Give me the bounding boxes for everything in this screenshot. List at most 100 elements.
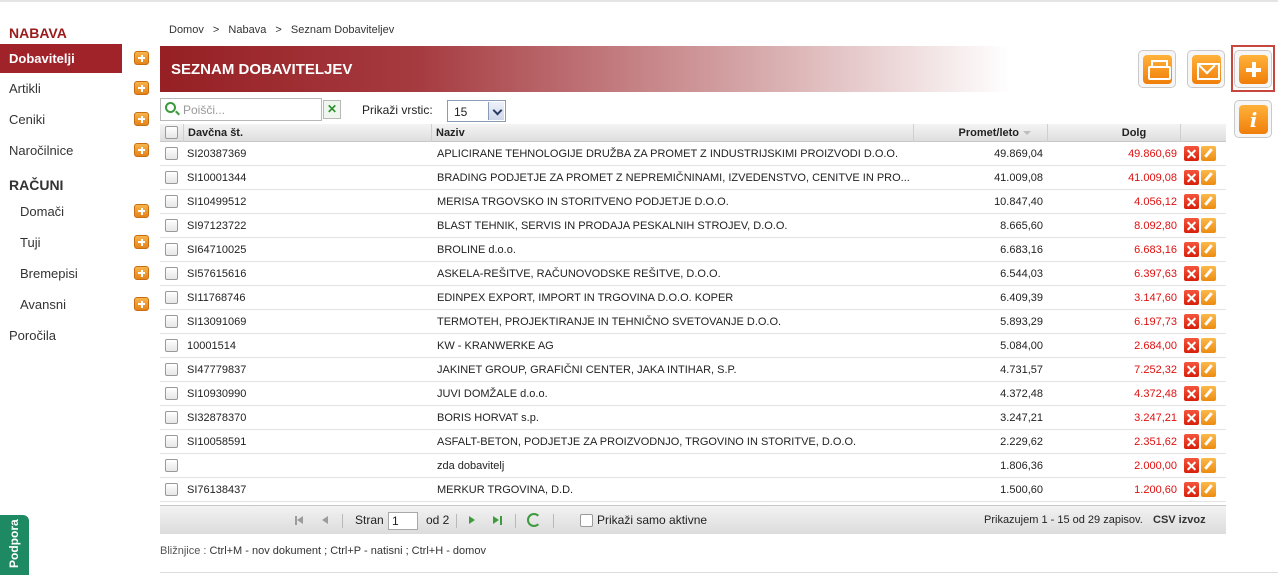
sidebar-item-porocila[interactable]: Poročila [0,320,152,351]
breadcrumb-item-domov[interactable]: Domov [169,24,204,36]
edit-icon[interactable] [1201,266,1216,281]
edit-icon[interactable] [1201,290,1216,305]
next-page-icon[interactable] [467,506,479,535]
info-button[interactable]: i [1234,100,1272,138]
delete-icon[interactable] [1184,242,1199,257]
delete-icon[interactable] [1184,170,1199,185]
chevron-down-icon[interactable] [488,102,504,120]
sidebar-item-dobavitelji[interactable]: Dobavitelji [0,44,149,73]
edit-icon[interactable] [1201,482,1216,497]
edit-icon[interactable] [1201,410,1216,425]
edit-icon[interactable] [1201,434,1216,449]
supplier-name-cell[interactable]: KW - KRANWERKE AG [432,334,914,358]
table-row[interactable]: SI13091069 TERMOTEH, PROJEKTIRANJE IN TEH… [160,310,1226,334]
table-row[interactable]: SI10001344 BRADING PODJETJE ZA PROMET Z N… [160,166,1226,190]
table-row[interactable]: SI47779837 JAKINET GROUP, GRAFIČNI CENTER… [160,358,1226,382]
table-row[interactable]: SI64710025 BROLINE d.o.o. 6.683,16 6.683,16 [160,238,1226,262]
table-row[interactable]: 10001514 KW - KRANWERKE AG 5.084,00 2.684,0… [160,334,1226,358]
csv-export-link[interactable]: CSV izvoz [1153,506,1206,535]
supplier-name-cell[interactable]: BLAST TEHNIK, SERVIS IN PRODAJA PESKALNI… [432,214,914,238]
row-checkbox[interactable] [165,459,178,472]
email-button[interactable] [1187,50,1225,88]
edit-icon[interactable] [1201,458,1216,473]
edit-icon[interactable] [1201,242,1216,257]
row-checkbox[interactable] [165,387,178,400]
delete-icon[interactable] [1184,482,1199,497]
column-header-debt[interactable]: Dolg [1048,124,1181,142]
table-row[interactable]: SI10499512 MERISA TRGOVSKO IN STORITVENO … [160,190,1226,214]
table-row[interactable]: SI10058591 ASFALT-BETON, PODJETJE ZA PROI… [160,430,1226,454]
support-tab[interactable]: Podpora [0,515,29,575]
edit-icon[interactable] [1201,314,1216,329]
row-checkbox[interactable] [165,339,178,352]
row-checkbox[interactable] [165,411,178,424]
delete-icon[interactable] [1184,218,1199,233]
supplier-name-cell[interactable]: zda dobavitelj [432,454,914,478]
add-dobavitelj-icon[interactable] [134,51,149,65]
supplier-name-cell[interactable]: BORIS HORVAT s.p. [432,406,914,430]
sidebar-item-ceniki[interactable]: Ceniki [0,104,152,135]
page-number-input[interactable]: 1 [388,512,418,530]
row-checkbox[interactable] [165,435,178,448]
delete-icon[interactable] [1184,410,1199,425]
edit-icon[interactable] [1201,218,1216,233]
edit-icon[interactable] [1201,338,1216,353]
rows-per-page-select[interactable]: 15 [447,100,506,122]
supplier-name-cell[interactable]: BROLINE d.o.o. [432,238,914,262]
edit-icon[interactable] [1201,386,1216,401]
only-active-label[interactable]: Prikaži samo aktivne [597,506,707,535]
table-row[interactable]: SI57615616 ASKELA-REŠITVE, RAČUNOVODSKE R… [160,262,1226,286]
supplier-name-cell[interactable]: ASFALT-BETON, PODJETJE ZA PROIZVODNJO, T… [432,430,914,454]
table-row[interactable]: zda dobavitelj 1.806,36 2.000,00 [160,454,1226,478]
supplier-name-cell[interactable]: BRADING PODJETJE ZA PROMET Z NEPREMIČNIN… [432,166,914,190]
sidebar-item-domaci[interactable]: Domači [0,196,152,227]
delete-icon[interactable] [1184,338,1199,353]
breadcrumb-item-nabava[interactable]: Nabava [228,24,266,36]
table-row[interactable]: SI76138437 MERKUR TRGOVINA, D.D. 1.500,60 1… [160,478,1226,502]
table-row[interactable]: SI11768746 EDINPEX EXPORT, IMPORT IN TRGO… [160,286,1226,310]
row-checkbox[interactable] [165,483,178,496]
add-bremepis-icon[interactable] [134,266,149,280]
delete-icon[interactable] [1184,290,1199,305]
row-checkbox[interactable] [165,267,178,280]
table-row[interactable]: SI32878370 BORIS HORVAT s.p. 3.247,21 3.247… [160,406,1226,430]
supplier-name-cell[interactable]: MERISA TRGOVSKO IN STORITVENO PODJETJE D… [432,190,914,214]
row-checkbox[interactable] [165,363,178,376]
refresh-icon[interactable] [527,513,541,527]
delete-icon[interactable] [1184,362,1199,377]
column-header-turnover[interactable]: Promet/leto [914,124,1048,142]
row-checkbox[interactable] [165,291,178,304]
last-page-icon[interactable] [491,506,505,535]
row-checkbox[interactable] [165,315,178,328]
table-row[interactable]: SI20387369 APLICIRANE TEHNOLOGIJE DRUŽBA … [160,142,1226,166]
delete-icon[interactable] [1184,458,1199,473]
row-checkbox[interactable] [165,171,178,184]
supplier-name-cell[interactable]: ASKELA-REŠITVE, RAČUNOVODSKE REŠITVE, D.… [432,262,914,286]
delete-icon[interactable] [1184,146,1199,161]
previous-page-icon[interactable] [320,506,332,535]
sidebar-item-avansni[interactable]: Avansni [0,289,152,320]
add-cenik-icon[interactable] [134,112,149,126]
add-tuji-icon[interactable] [134,235,149,249]
supplier-name-cell[interactable]: JUVI DOMŽALE d.o.o. [432,382,914,406]
column-header-name[interactable]: Naziv [432,124,914,142]
edit-icon[interactable] [1201,194,1216,209]
row-checkbox[interactable] [165,219,178,232]
row-checkbox[interactable] [165,195,178,208]
sidebar-item-narocilnice[interactable]: Naročilnice [0,135,152,166]
edit-icon[interactable] [1201,146,1216,161]
row-checkbox[interactable] [165,147,178,160]
delete-icon[interactable] [1184,266,1199,281]
sidebar-item-artikli[interactable]: Artikli [0,73,152,104]
search-input[interactable] [183,101,317,118]
clear-search-button[interactable]: ✕ [323,100,341,119]
first-page-icon[interactable] [293,506,307,535]
column-header-tax[interactable]: Davčna št. [184,124,432,142]
add-domaci-icon[interactable] [134,204,149,218]
supplier-name-cell[interactable]: TERMOTEH, PROJEKTIRANJE IN TEHNIČNO SVET… [432,310,914,334]
table-row[interactable]: SI97123722 BLAST TEHNIK, SERVIS IN PRODAJ… [160,214,1226,238]
edit-icon[interactable] [1201,170,1216,185]
print-button[interactable] [1138,50,1176,88]
add-artikel-icon[interactable] [134,81,149,95]
edit-icon[interactable] [1201,362,1216,377]
